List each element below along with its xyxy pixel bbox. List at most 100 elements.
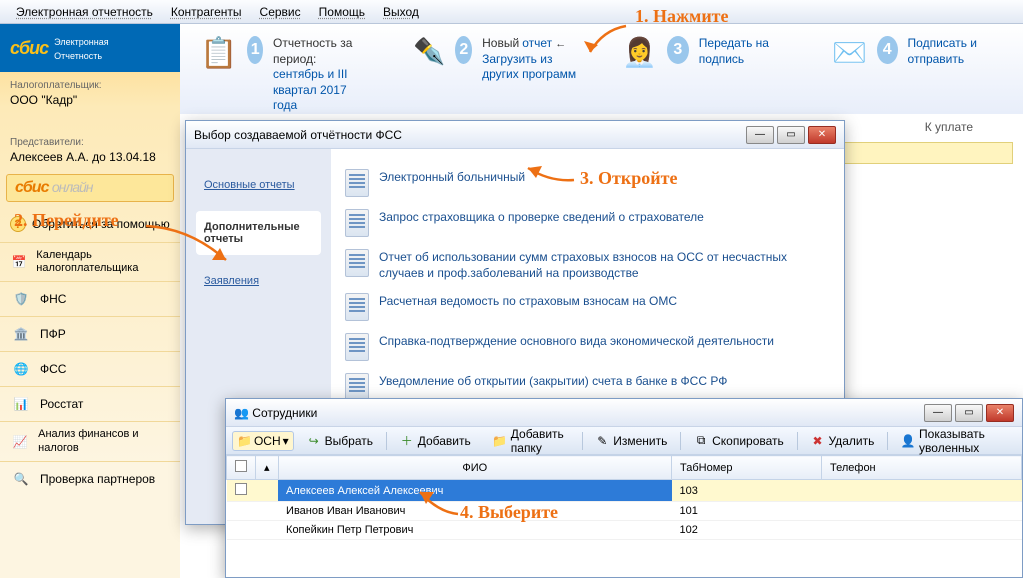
online-banner[interactable]: сбис онлайн — [6, 174, 174, 202]
emp-minimize-button[interactable]: — — [924, 404, 952, 422]
fns-icon: 🛡️ — [10, 288, 32, 310]
report-item[interactable]: Электронный больничный — [341, 163, 834, 203]
report-item[interactable]: Расчетная ведомость по страховым взносам… — [341, 287, 834, 327]
employees-window: 👥 Сотрудники — ▭ ✕ 📁 ОСН ▾ ↪Выбрать ＋Доб… — [225, 398, 1023, 578]
step-2[interactable]: ✒️ 2 Новый отчет ← Загрузить из других п… — [413, 36, 582, 83]
copy-button[interactable]: ⧉Скопировать — [685, 430, 793, 452]
fss-icon: 🌐 — [10, 358, 32, 380]
report-icon — [345, 169, 369, 197]
report-icon — [345, 209, 369, 237]
report-item[interactable]: Запрос страховщика о проверке сведений о… — [341, 203, 834, 243]
rep-label: Представители: — [10, 137, 170, 148]
step-number-4: 4 — [877, 36, 898, 64]
dialog-title: Выбор создаваемой отчётности ФСС — [194, 128, 402, 142]
person-icon: 👩‍💼 — [622, 36, 657, 69]
menu-help[interactable]: Помощь — [311, 2, 373, 22]
table-row[interactable]: Копейкин Петр Петрович 102 — [227, 521, 1022, 540]
step-3[interactable]: 👩‍💼 3 Передать на подпись — [622, 36, 792, 69]
emp-toolbar: 📁 ОСН ▾ ↪Выбрать ＋Добавить 📁Добавить пап… — [226, 427, 1022, 455]
taxpayer-label: Налогоплательщик: — [10, 80, 170, 91]
emp-title: Сотрудники — [252, 406, 317, 420]
step-number-3: 3 — [667, 36, 689, 64]
kuplate-label[interactable]: К уплате — [925, 120, 1003, 134]
col-check[interactable] — [227, 456, 256, 480]
sidebar-item-pfr[interactable]: 🏛️ ПФР — [0, 316, 180, 351]
step-1[interactable]: 📋 1 Отчетность за период: сентябрь и III… — [200, 36, 373, 114]
calendar-icon: 📅 — [10, 251, 28, 273]
step-4[interactable]: ✉️ 4 Подписать и отправить — [832, 36, 1003, 69]
add-button[interactable]: ＋Добавить — [391, 430, 480, 452]
logo-sub2: Отчетность — [54, 51, 102, 61]
maximize-button[interactable]: ▭ — [777, 126, 805, 144]
tab-extra-reports[interactable]: Дополнительные отчеты — [196, 211, 321, 255]
people-icon: 👥 — [234, 406, 249, 420]
main-menu: Электронная отчетность Контрагенты Серви… — [0, 0, 1023, 24]
delete-button[interactable]: ✖Удалить — [802, 430, 884, 452]
emp-close-button[interactable]: ✕ — [986, 404, 1014, 422]
folder-select[interactable]: 📁 ОСН ▾ — [232, 431, 294, 451]
emp-maximize-button[interactable]: ▭ — [955, 404, 983, 422]
help-link[interactable]: ? Обратиться за помощью — [0, 210, 180, 238]
chevron-down-icon: ▾ — [283, 434, 289, 448]
emp-table: ▴ ФИО ТабНомер Телефон Алексеев Алексей … — [226, 455, 1022, 540]
close-button[interactable]: ✕ — [808, 126, 836, 144]
sidebar-item-finance[interactable]: 📈 Анализ финансов и налогов — [0, 421, 180, 460]
taxpayer-value: ООО "Кадр" — [10, 93, 170, 107]
logo: сбис Электронная Отчетность — [0, 24, 180, 72]
minimize-button[interactable]: — — [746, 126, 774, 144]
copy-icon: ⧉ — [694, 434, 708, 448]
pen-icon: ✒️ — [413, 36, 445, 67]
tab-applications[interactable]: Заявления — [196, 265, 321, 297]
sidebar-item-rosstat[interactable]: 📊 Росстат — [0, 386, 180, 421]
tab-main-reports[interactable]: Основные отчеты — [196, 169, 321, 201]
menu-service[interactable]: Сервис — [252, 2, 309, 22]
show-fired-button[interactable]: 👤Показывать уволенных — [892, 423, 1016, 459]
logo-sub1: Электронная — [54, 37, 108, 47]
plus-icon: ＋ — [400, 434, 414, 448]
table-row[interactable]: Иванов Иван Иванович 101 — [227, 502, 1022, 521]
col-fio[interactable]: ФИО — [278, 456, 671, 480]
delete-icon: ✖ — [811, 434, 825, 448]
steps-bar: 📋 1 Отчетность за период: сентябрь и III… — [180, 24, 1023, 114]
folder-plus-icon: 📁 — [493, 434, 507, 448]
col-tab[interactable]: ТабНомер — [672, 456, 822, 480]
help-icon: ? — [10, 216, 26, 232]
report-icon — [345, 333, 369, 361]
step-number-2: 2 — [455, 36, 472, 64]
row-checkbox[interactable] — [235, 483, 247, 495]
send-sign-link[interactable]: Передать на подпись — [699, 36, 769, 66]
clipboard-icon: 📋 — [200, 36, 237, 71]
sidebar-item-calendar[interactable]: 📅 Календарь налогоплательщика — [0, 242, 180, 281]
dialog-titlebar[interactable]: Выбор создаваемой отчётности ФСС — ▭ ✕ — [186, 121, 844, 149]
col-tel[interactable]: Телефон — [822, 456, 1022, 480]
col-sort[interactable]: ▴ — [256, 456, 279, 480]
menu-counterparties[interactable]: Контрагенты — [163, 2, 250, 22]
report-item[interactable]: Справка-подтверждение основного вида эко… — [341, 327, 834, 367]
add-folder-button[interactable]: 📁Добавить папку — [484, 423, 578, 459]
menu-exit[interactable]: Выход — [375, 2, 427, 22]
finance-icon: 📈 — [10, 431, 30, 453]
sign-send-link[interactable]: Подписать и отправить — [908, 36, 977, 66]
sidebar: сбис Электронная Отчетность Налогоплател… — [0, 24, 180, 578]
sidebar-item-fss[interactable]: 🌐 ФСС — [0, 351, 180, 386]
sidebar-item-check[interactable]: 🔍 Проверка партнеров — [0, 461, 180, 496]
report-icon — [345, 249, 369, 277]
new-report-link[interactable]: отчет — [522, 36, 552, 50]
load-other-link[interactable]: Загрузить из других программ — [482, 52, 576, 82]
user-icon: 👤 — [901, 434, 915, 448]
select-button[interactable]: ↪Выбрать — [298, 430, 382, 452]
report-icon — [345, 293, 369, 321]
table-row[interactable]: Алексеев Алексей Алексеевич 103 — [227, 480, 1022, 502]
period-link[interactable]: сентябрь и III квартал 2017 года — [273, 67, 347, 112]
folder-icon: 📁 — [237, 434, 252, 448]
edit-icon: ✎ — [595, 434, 609, 448]
logo-brand: сбис — [10, 38, 48, 59]
report-item[interactable]: Отчет об использовании сумм страховых вз… — [341, 243, 834, 287]
check-icon: 🔍 — [10, 468, 32, 490]
sidebar-item-fns[interactable]: 🛡️ ФНС — [0, 281, 180, 316]
menu-reports[interactable]: Электронная отчетность — [8, 2, 161, 22]
rosstat-icon: 📊 — [10, 393, 32, 415]
pfr-icon: 🏛️ — [10, 323, 32, 345]
select-icon: ↪ — [307, 434, 321, 448]
edit-button[interactable]: ✎Изменить — [586, 430, 676, 452]
